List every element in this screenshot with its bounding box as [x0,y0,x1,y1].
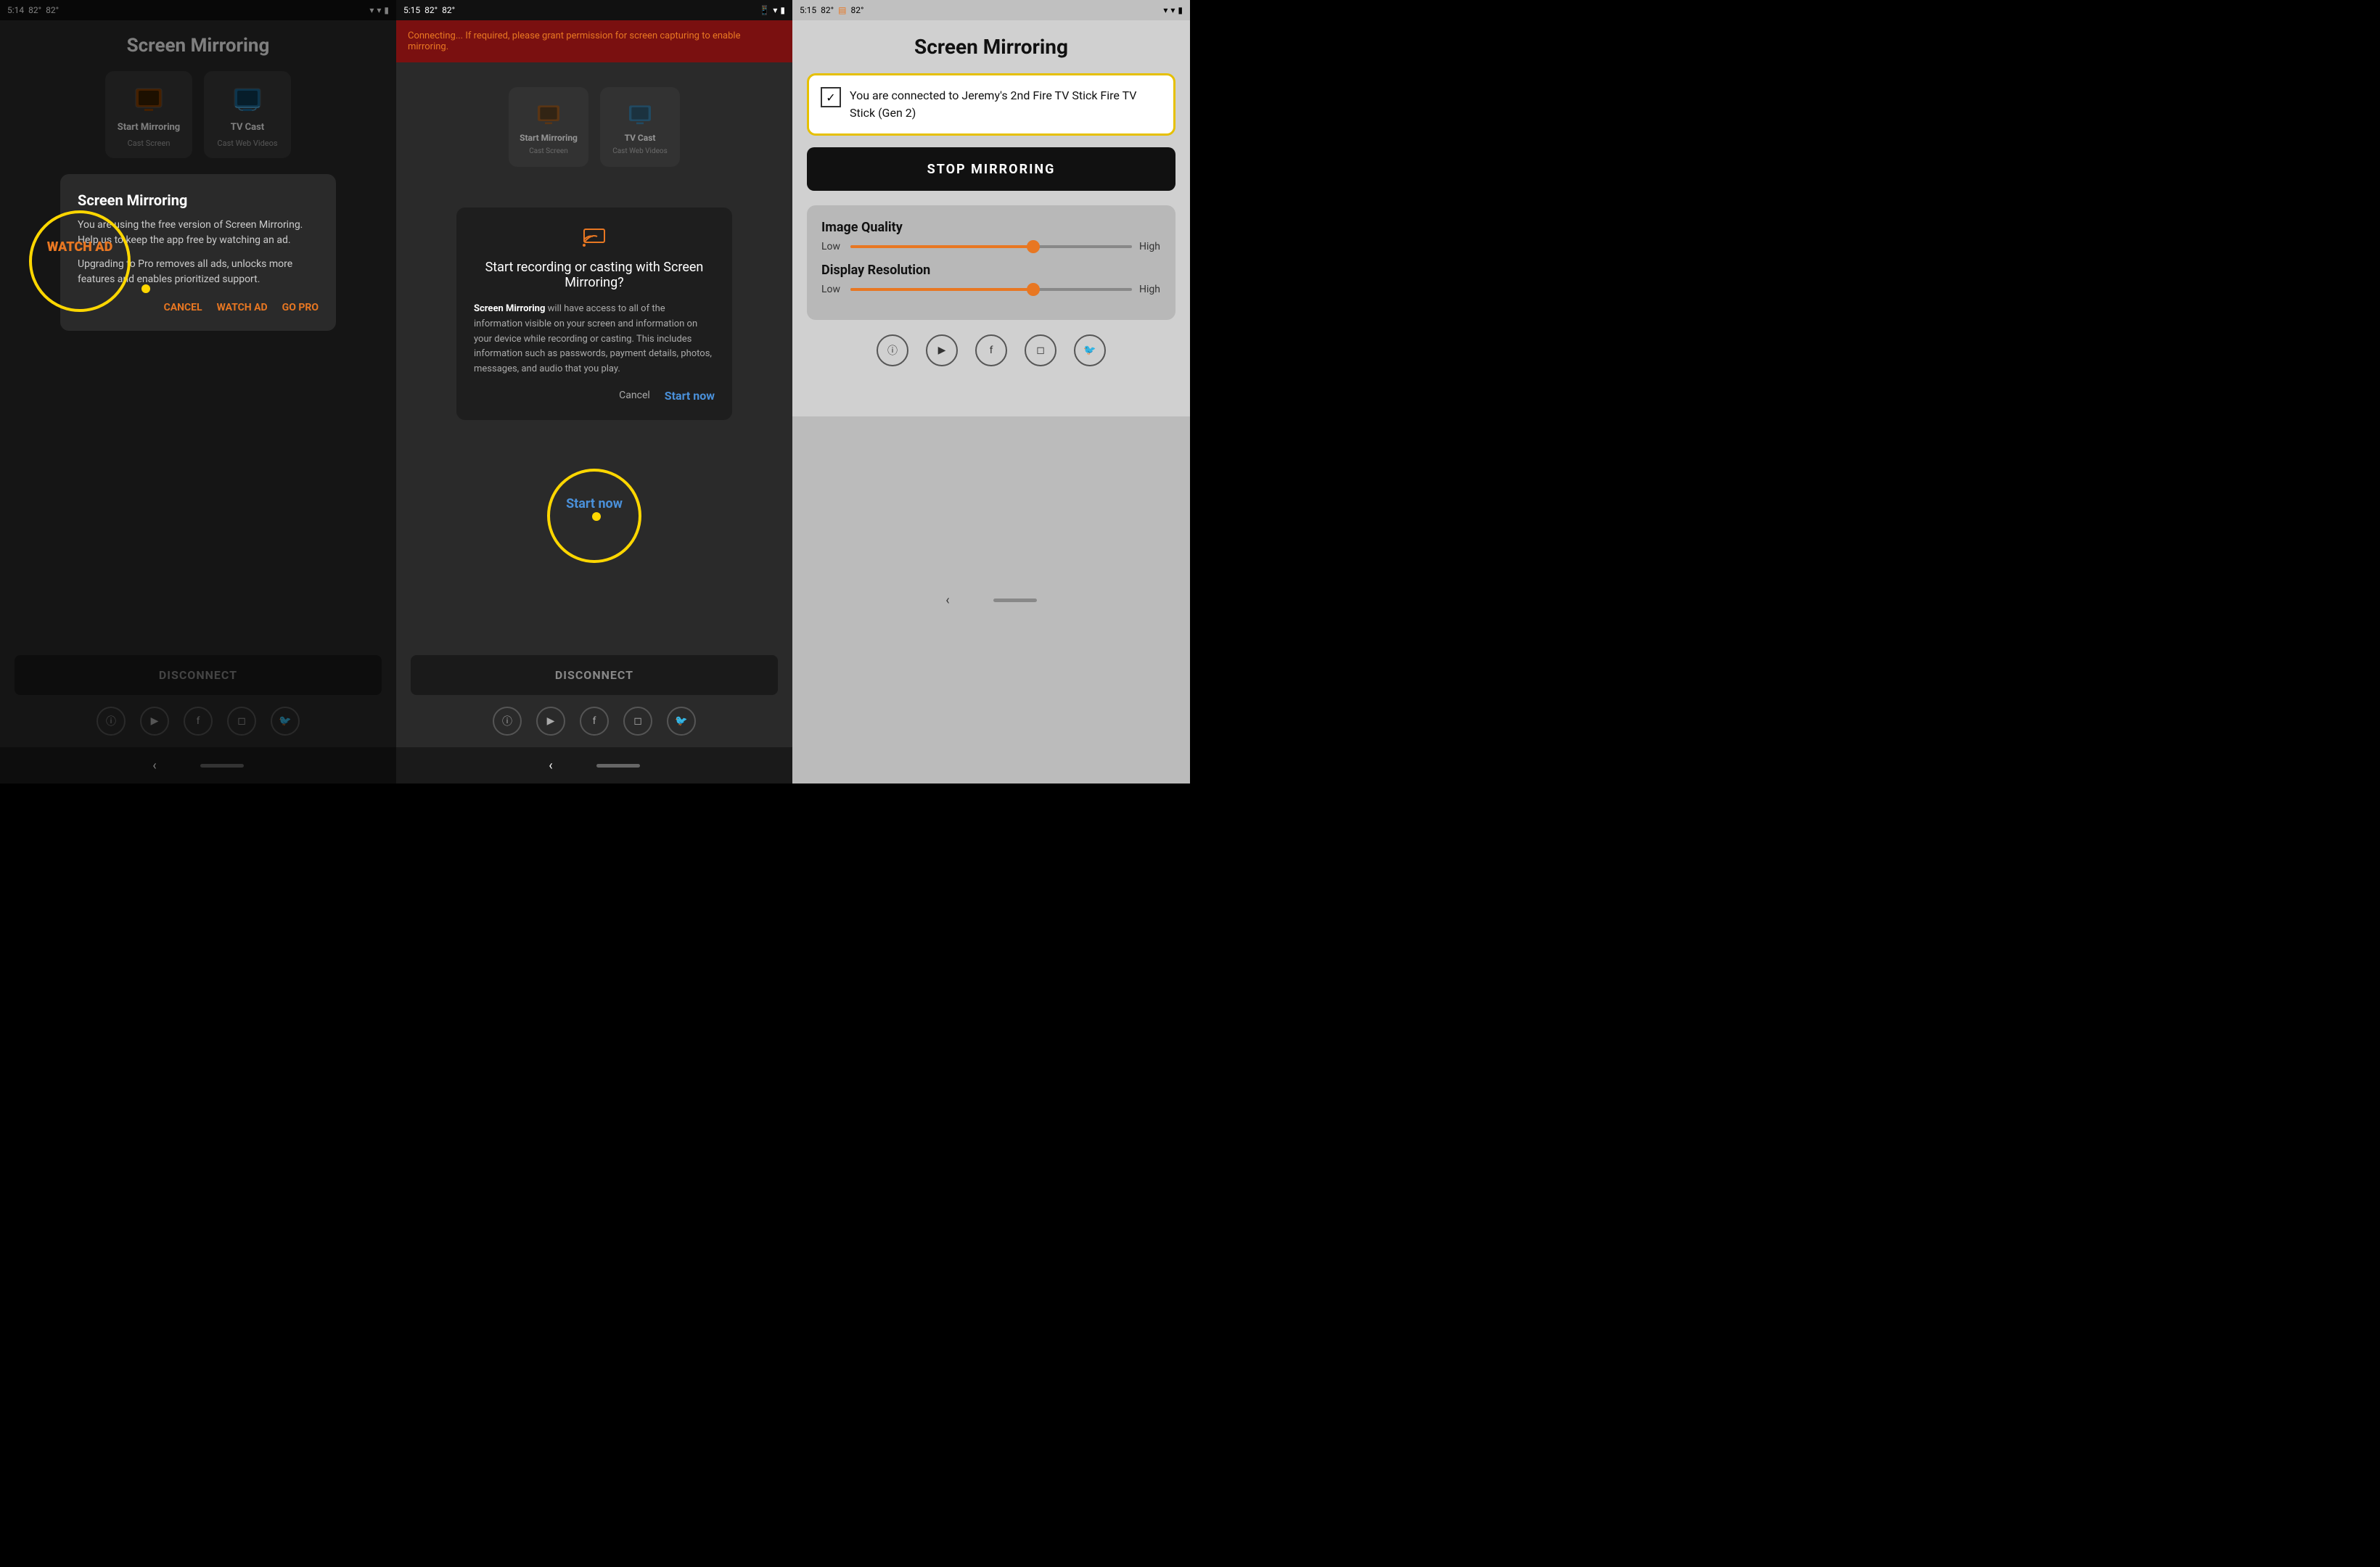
info-icon-2[interactable]: ⓘ [493,707,522,736]
p2-mirroring-icon [534,99,563,128]
iq-low-label: Low [821,241,843,252]
battery-icon-2: ▮ [780,5,785,15]
wifi-icon-2: ▾ [773,5,777,15]
cast-icon-status: ▤ [838,5,846,15]
cast-body-bold: Screen Mirroring [474,303,545,314]
youtube-icon-3[interactable]: ▶ [926,334,958,366]
time-3: 5:15 [800,5,816,15]
panel-3: 5:15 82° ▤ 82° ▾ ▾ ▮ Screen Mirroring ✓ … [792,0,1190,784]
image-quality-label: Image Quality [821,220,1161,235]
image-quality-slider-row: Low High [821,241,1161,252]
signal-icon-3: ▾ [1170,5,1175,15]
cancel-button[interactable]: CANCEL [164,302,202,313]
battery-icon-3: ▮ [1178,5,1183,15]
twitter-icon-3[interactable]: 🐦 [1074,334,1106,366]
image-quality-fill [850,245,1033,248]
back-button-3[interactable]: ‹ [945,593,949,608]
p2-mirroring-sub: Cast Screen [529,147,567,155]
display-resolution-track[interactable] [850,288,1132,291]
panel2-bg-icons: Start Mirroring Cast Screen TV Cast Cast… [509,87,680,167]
ad-dialog-title: Screen Mirroring [78,192,319,209]
iq-high-label: High [1139,241,1161,252]
instagram-icon-2[interactable]: ◻ [623,707,652,736]
panel3-content: Screen Mirroring ✓ You are connected to … [792,20,1190,416]
p2-tvcast-card: TV Cast Cast Web Videos [600,87,680,167]
cast-icon-svg [583,225,606,248]
dr-low-label: Low [821,284,843,295]
cast-icon-container [474,225,715,251]
temp-3b: 82° [850,5,863,15]
disconnect-button-2[interactable]: DISCONNECT [411,655,778,695]
home-pill-3[interactable] [993,599,1037,602]
status-right-2: 📱 ▾ ▮ [759,5,785,15]
image-quality-track[interactable] [850,245,1132,248]
temp-3a: 82° [821,5,834,15]
cast-dialog: Start recording or casting with Screen M… [456,207,732,420]
nav-bar-2: ‹ [396,747,792,784]
display-resolution-fill [850,288,1033,291]
display-resolution-label: Display Resolution [821,263,1161,278]
connected-card: ✓ You are connected to Jeremy's 2nd Fire… [807,73,1175,136]
stop-mirroring-button[interactable]: STOP MIRRORING [807,147,1175,191]
p2-tvcast-label: TV Cast [625,133,656,143]
facebook-icon-3[interactable]: f [975,334,1007,366]
quality-card: Image Quality Low High Display Resolutio… [807,205,1175,320]
cancel-cast-button[interactable]: Cancel [619,390,650,401]
connected-check-icon: ✓ [821,87,841,107]
dr-high-label: High [1139,284,1161,295]
yellow-dot-1 [141,284,150,293]
connecting-header: Connecting... If required, please grant … [396,20,792,62]
ad-dialog-buttons: CANCEL WATCH AD GO PRO [78,302,319,313]
status-bar-3: 5:15 82° ▤ 82° ▾ ▾ ▮ [792,0,1190,20]
cast-dialog-title: Start recording or casting with Screen M… [474,260,715,290]
status-bar-2: 5:15 82° 82° 📱 ▾ ▮ [396,0,792,20]
temp-2a: 82° [424,5,438,15]
nav-bar-3: ‹ [792,416,1190,784]
image-quality-thumb[interactable] [1027,240,1040,253]
panel3-title: Screen Mirroring [807,35,1175,59]
display-resolution-thumb[interactable] [1027,283,1040,296]
p2-tvcast-icon [625,99,654,128]
cast-dialog-buttons: Cancel Start now [474,389,715,403]
ad-dialog-overlay: Screen Mirroring You are using the free … [0,0,396,784]
phone-icon: 📱 [759,5,770,15]
time-2: 5:15 [403,5,420,15]
instagram-icon-3[interactable]: ◻ [1025,334,1056,366]
status-right-3: ▾ ▾ ▮ [1163,5,1183,15]
ad-dialog: Screen Mirroring You are using the free … [60,174,336,331]
start-now-circle-label: Start now [566,496,623,511]
ad-dialog-upgrade: Upgrading to Pro removes all ads, unlock… [78,257,319,287]
go-pro-button[interactable]: GO PRO [282,302,319,313]
wifi-icon-3: ▾ [1163,5,1168,15]
watch-ad-button[interactable]: WATCH AD [217,302,268,313]
status-left-3: 5:15 82° ▤ 82° [800,5,863,15]
panel-2: 5:15 82° 82° 📱 ▾ ▮ Connecting... If requ… [396,0,792,784]
display-resolution-slider-row: Low High [821,284,1161,295]
p2-mirroring-label: Start Mirroring [520,133,578,143]
temp-2b: 82° [442,5,455,15]
panel-1: 5:14 82° 82° ▾ ▾ ▮ Screen Mirroring Star… [0,0,396,784]
disconnect-label-2: DISCONNECT [555,668,633,682]
status-left-2: 5:15 82° 82° [403,5,455,15]
p2-tvcast-sub: Cast Web Videos [612,147,668,155]
yellow-dot-2 [592,512,601,521]
panel2-main: Start Mirroring Cast Screen TV Cast Cast… [396,62,792,655]
social-icons-3: ⓘ ▶ f ◻ 🐦 [807,334,1175,366]
start-now-button[interactable]: Start now [665,389,715,403]
p2-mirroring-card: Start Mirroring Cast Screen [509,87,588,167]
info-icon-3[interactable]: ⓘ [877,334,908,366]
twitter-icon-2[interactable]: 🐦 [667,707,696,736]
connected-text: You are connected to Jeremy's 2nd Fire T… [850,87,1162,122]
social-icons-2: ⓘ ▶ f ◻ 🐦 [396,701,792,741]
cast-dialog-body: Screen Mirroring will have access to all… [474,302,715,377]
facebook-icon-2[interactable]: f [580,707,609,736]
stop-mirroring-label: STOP MIRRORING [927,162,1056,177]
youtube-icon-2[interactable]: ▶ [536,707,565,736]
home-pill-2[interactable] [596,764,640,768]
back-button-2[interactable]: ‹ [549,758,552,773]
ad-dialog-body: You are using the free version of Screen… [78,218,319,248]
